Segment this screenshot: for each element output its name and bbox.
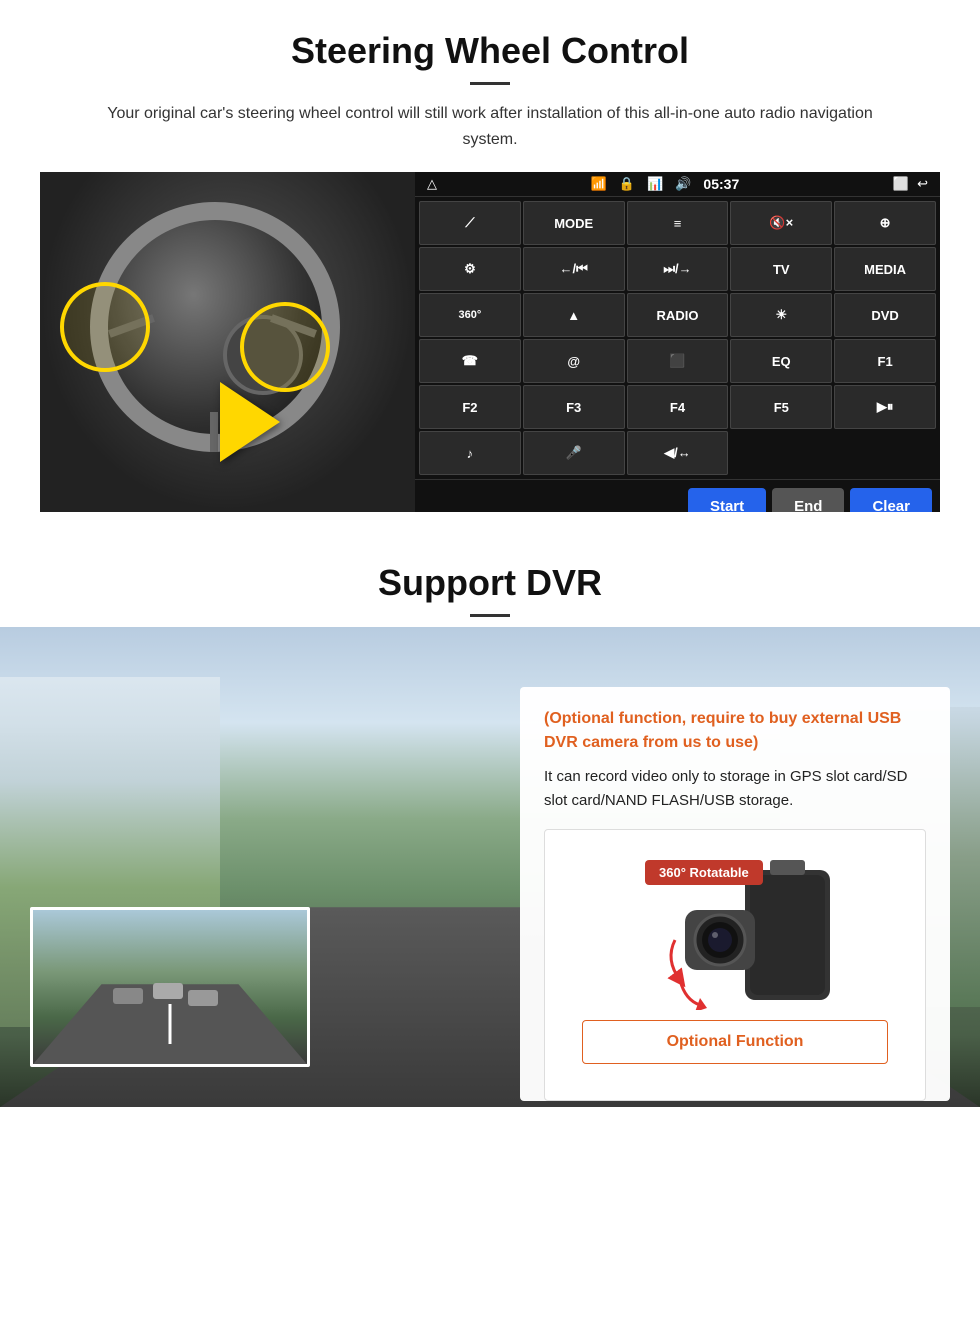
- dvr-optional-text: (Optional function, require to buy exter…: [544, 707, 926, 755]
- ui-btn-360[interactable]: 360°: [419, 293, 521, 337]
- steering-photo: [40, 172, 415, 512]
- ui-btn-phone[interactable]: ☎: [419, 339, 521, 383]
- status-center: 📶 🔒 📊 🔊 05:37: [591, 176, 740, 192]
- ui-button-grid: ⟋ MODE ≡ 🔇× ⊕ ⚙ ←/⏮ ⏭/→ TV MEDIA 360° ▲ …: [415, 197, 940, 479]
- highlight-circle-left: [60, 282, 150, 372]
- ui-btn-f4[interactable]: F4: [627, 385, 729, 429]
- ui-btn-brightness[interactable]: ☀: [730, 293, 832, 337]
- optional-function-button[interactable]: Optional Function: [582, 1020, 888, 1064]
- back-icon: ↩: [917, 176, 928, 192]
- ui-btn-f5[interactable]: F5: [730, 385, 832, 429]
- inset-car-2: [153, 983, 183, 999]
- signal-icon: 📊: [647, 176, 663, 192]
- ui-btn-settings[interactable]: ⚙: [419, 247, 521, 291]
- ui-btn-dvd[interactable]: DVD: [834, 293, 936, 337]
- audio-icon: 🔊: [675, 176, 691, 192]
- rotatable-badge: 360° Rotatable: [645, 860, 763, 885]
- inset-car-3: [188, 990, 218, 1006]
- status-time: 05:37: [703, 176, 739, 192]
- inset-road-line: [169, 1004, 172, 1044]
- ui-btn-menu[interactable]: ≡: [627, 201, 729, 245]
- steering-divider: [470, 82, 510, 85]
- steering-section: Steering Wheel Control Your original car…: [0, 0, 980, 532]
- ui-btn-next[interactable]: ⏭/→: [627, 247, 729, 291]
- ui-btn-eject[interactable]: ▲: [523, 293, 625, 337]
- wifi-icon: 📶: [591, 176, 607, 192]
- yellow-arrow: [220, 382, 280, 462]
- dvr-section: Support DVR (Optional function, require …: [0, 532, 980, 1107]
- start-button[interactable]: Start: [688, 488, 766, 512]
- lock-icon: 🔒: [619, 176, 635, 192]
- steering-demo-container: △ 📶 🔒 📊 🔊 05:37 ⬜ ↩ ⟋ MODE: [40, 172, 940, 512]
- dvr-description: It can record video only to storage in G…: [544, 765, 926, 813]
- ui-btn-radio[interactable]: RADIO: [627, 293, 729, 337]
- ui-btn-music[interactable]: ♪: [419, 431, 521, 475]
- dvr-inset-photo: [30, 907, 310, 1067]
- dvr-divider: [470, 614, 510, 617]
- car-ui-panel: △ 📶 🔒 📊 🔊 05:37 ⬜ ↩ ⟋ MODE: [415, 172, 940, 512]
- dvr-info-box: (Optional function, require to buy exter…: [520, 687, 950, 1101]
- ui-btn-mute[interactable]: 🔇×: [730, 201, 832, 245]
- dvr-title: Support DVR: [40, 562, 940, 604]
- ui-btn-mic[interactable]: 🎤: [523, 431, 625, 475]
- steering-description: Your original car's steering wheel contr…: [90, 101, 890, 152]
- dvr-header: Support DVR: [0, 532, 980, 627]
- status-icons-left: △: [427, 176, 437, 192]
- ui-btn-f2[interactable]: F2: [419, 385, 521, 429]
- camera-illustration: 360° Rotatable: [615, 850, 855, 1010]
- highlight-circle-right: [240, 302, 330, 392]
- ui-btn-apps[interactable]: ⊕: [834, 201, 936, 245]
- steering-title: Steering Wheel Control: [40, 30, 940, 72]
- ui-btn-web[interactable]: @: [523, 339, 625, 383]
- ui-btn-media[interactable]: MEDIA: [834, 247, 936, 291]
- window-icon: ⬜: [893, 176, 909, 192]
- ui-btn-nav[interactable]: ⟋: [419, 201, 521, 245]
- home-icon: △: [427, 176, 437, 192]
- ui-btn-f1[interactable]: F1: [834, 339, 936, 383]
- ui-btn-prev[interactable]: ←/⏮: [523, 247, 625, 291]
- dvr-photo-area: (Optional function, require to buy exter…: [0, 627, 980, 1107]
- ui-btn-prevtrack[interactable]: ◀/↔: [627, 431, 729, 475]
- clear-button[interactable]: Clear: [850, 488, 932, 512]
- dvr-camera-box: 360° Rotatable: [544, 829, 926, 1101]
- spoke-bottom: [210, 412, 218, 452]
- ui-btn-eq[interactable]: EQ: [730, 339, 832, 383]
- ui-bottom-bar: Start End Clear: [415, 479, 940, 512]
- ui-btn-f3[interactable]: F3: [523, 385, 625, 429]
- ui-btn-mode[interactable]: MODE: [523, 201, 625, 245]
- ui-btn-screen[interactable]: ⬛: [627, 339, 729, 383]
- status-right: ⬜ ↩: [893, 176, 928, 192]
- end-button[interactable]: End: [772, 488, 844, 512]
- inset-car-1: [113, 988, 143, 1004]
- ui-btn-playpause[interactable]: ▶⏸: [834, 385, 936, 429]
- ui-status-bar: △ 📶 🔒 📊 🔊 05:37 ⬜ ↩: [415, 172, 940, 197]
- ui-btn-tv[interactable]: TV: [730, 247, 832, 291]
